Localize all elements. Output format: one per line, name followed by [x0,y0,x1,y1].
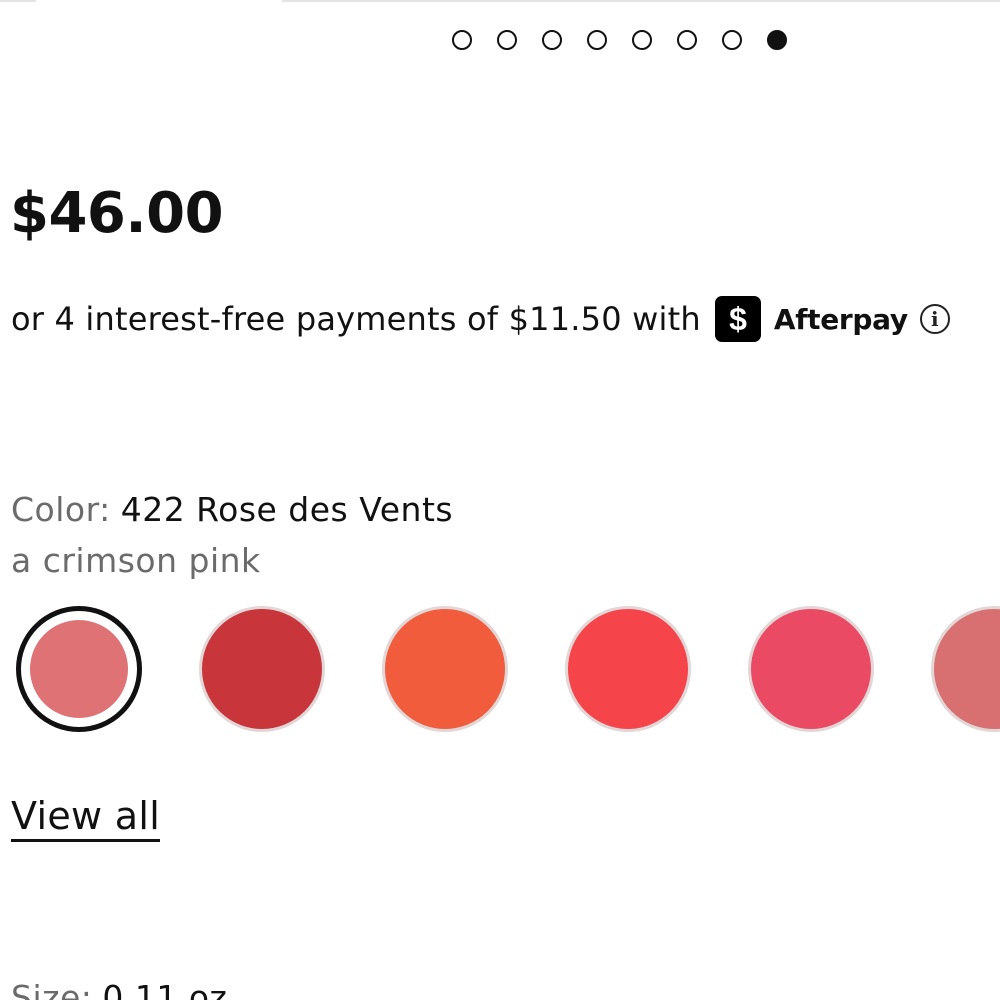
product-detail-page: $46.00 or 4 interest-free payments of $1… [0,0,1000,1000]
carousel-dot[interactable] [497,30,517,50]
color-value: 422 Rose des Vents [120,490,454,529]
afterpay-message: or 4 interest-free payments of $11.50 wi… [11,296,950,342]
afterpay-logo-icon: $ [714,296,761,342]
color-label: Color: [11,490,111,529]
top-divider [0,0,36,2]
color-swatch[interactable] [931,606,1000,732]
afterpay-text: or 4 interest-free payments of $11.50 wi… [11,300,701,338]
carousel-dot[interactable] [767,30,787,50]
swatch-fill [748,606,874,732]
swatch-fill [565,606,691,732]
color-description: a crimson pink [11,541,261,580]
size-selection: Size: 0.11 oz [11,978,227,1000]
afterpay-brand: Afterpay [773,302,908,336]
size-label: Size: [11,978,93,1000]
color-swatch[interactable] [748,606,874,732]
color-swatch-selected[interactable] [16,606,142,732]
info-icon[interactable]: i [919,304,950,334]
carousel-dot[interactable] [452,30,472,50]
carousel-dot[interactable] [632,30,652,50]
carousel-pagination [452,30,787,50]
swatch-fill [931,606,1000,732]
dollar-glyph: $ [729,301,747,337]
top-divider [282,0,1000,2]
color-swatch[interactable] [565,606,691,732]
carousel-dot[interactable] [587,30,607,50]
swatch-fill [382,606,508,732]
dollar-icon: $ [729,301,747,337]
color-swatch[interactable] [199,606,325,732]
swatch-fill [199,606,325,732]
swatch-fill [30,620,128,718]
color-swatch-list [16,606,1000,732]
color-swatch[interactable] [382,606,508,732]
product-price: $46.00 [10,181,224,246]
carousel-dot[interactable] [542,30,562,50]
carousel-dot[interactable] [677,30,697,50]
carousel-dot[interactable] [722,30,742,50]
size-value: 0.11 oz [102,978,228,1000]
view-all-link[interactable]: View all [11,795,161,842]
color-selection: Color: 422 Rose des Vents [11,490,453,529]
